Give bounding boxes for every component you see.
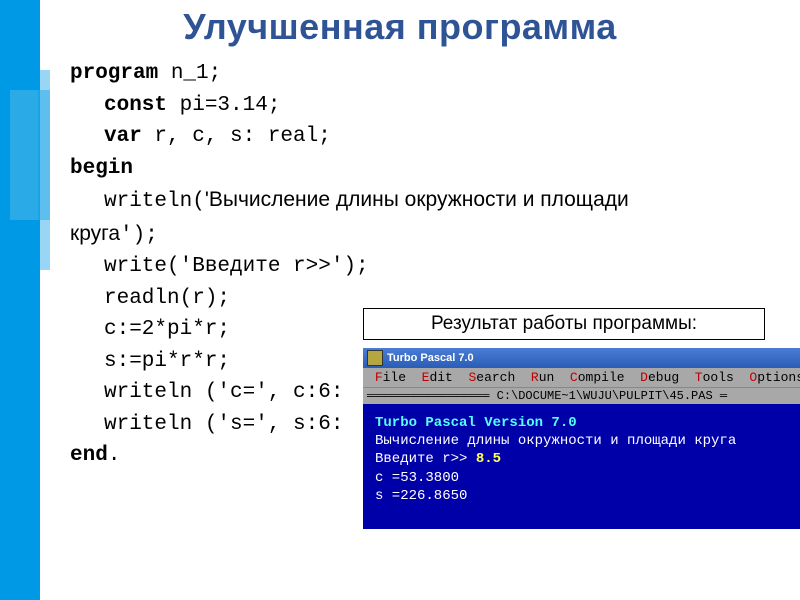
output-text: Введите r>> [375,451,476,467]
result-label: Результат работы программы: [363,308,765,340]
output-line: s =226.8650 [375,487,788,505]
kw-end: end [70,444,108,467]
code-text: s:=pi*r*r; [104,350,230,373]
code-string: круга [70,222,120,245]
code-text: c:=2*pi*r; [104,318,230,341]
kw-program: program [70,62,158,85]
output-line: Turbo Pascal Version 7.0 [375,414,788,432]
code-text: writeln ('c=', c:6: [104,381,343,404]
code-text: '); [120,224,158,247]
window-titlebar: Turbo Pascal 7.0 [363,348,800,368]
code-text: n_1; [158,62,221,85]
path-bar: ═════════════════ C:\DOCUME~1\WUJU\PULPI… [363,387,800,404]
turbo-pascal-window: Turbo Pascal 7.0 FFileile Edit Search Ru… [363,348,800,529]
output-line: c =53.3800 [375,469,788,487]
kw-const: const [104,94,167,117]
file-path: C:\DOCUME~1\WUJU\PULPIT\45.PAS [497,389,713,403]
code-text: r, c, s: real; [142,125,331,148]
kw-var: var [104,125,142,148]
code-text: readln(r); [104,287,230,310]
code-string: 'Вычисление длины окружности и площади [205,188,629,211]
slide-title: Улучшенная программа [0,0,800,52]
code-text: writeln ('s=', s:6: [104,413,343,436]
window-icon [367,350,383,366]
code-text: . [108,444,121,467]
window-title: Turbo Pascal 7.0 [387,352,474,364]
output-area: Turbo Pascal Version 7.0 Вычисление длин… [363,404,800,529]
kw-begin: begin [70,157,133,180]
left-accent-overlay-2 [38,70,50,270]
output-input-value: 8.5 [476,451,501,467]
code-text: pi=3.14; [167,94,280,117]
menu-bar: FFileile Edit Search Run Compile Debug T… [363,368,800,387]
code-text: write('Введите r>>'); [104,255,369,278]
output-line: Вычисление длины окружности и площади кр… [375,432,788,450]
code-text: writeln( [104,190,205,213]
